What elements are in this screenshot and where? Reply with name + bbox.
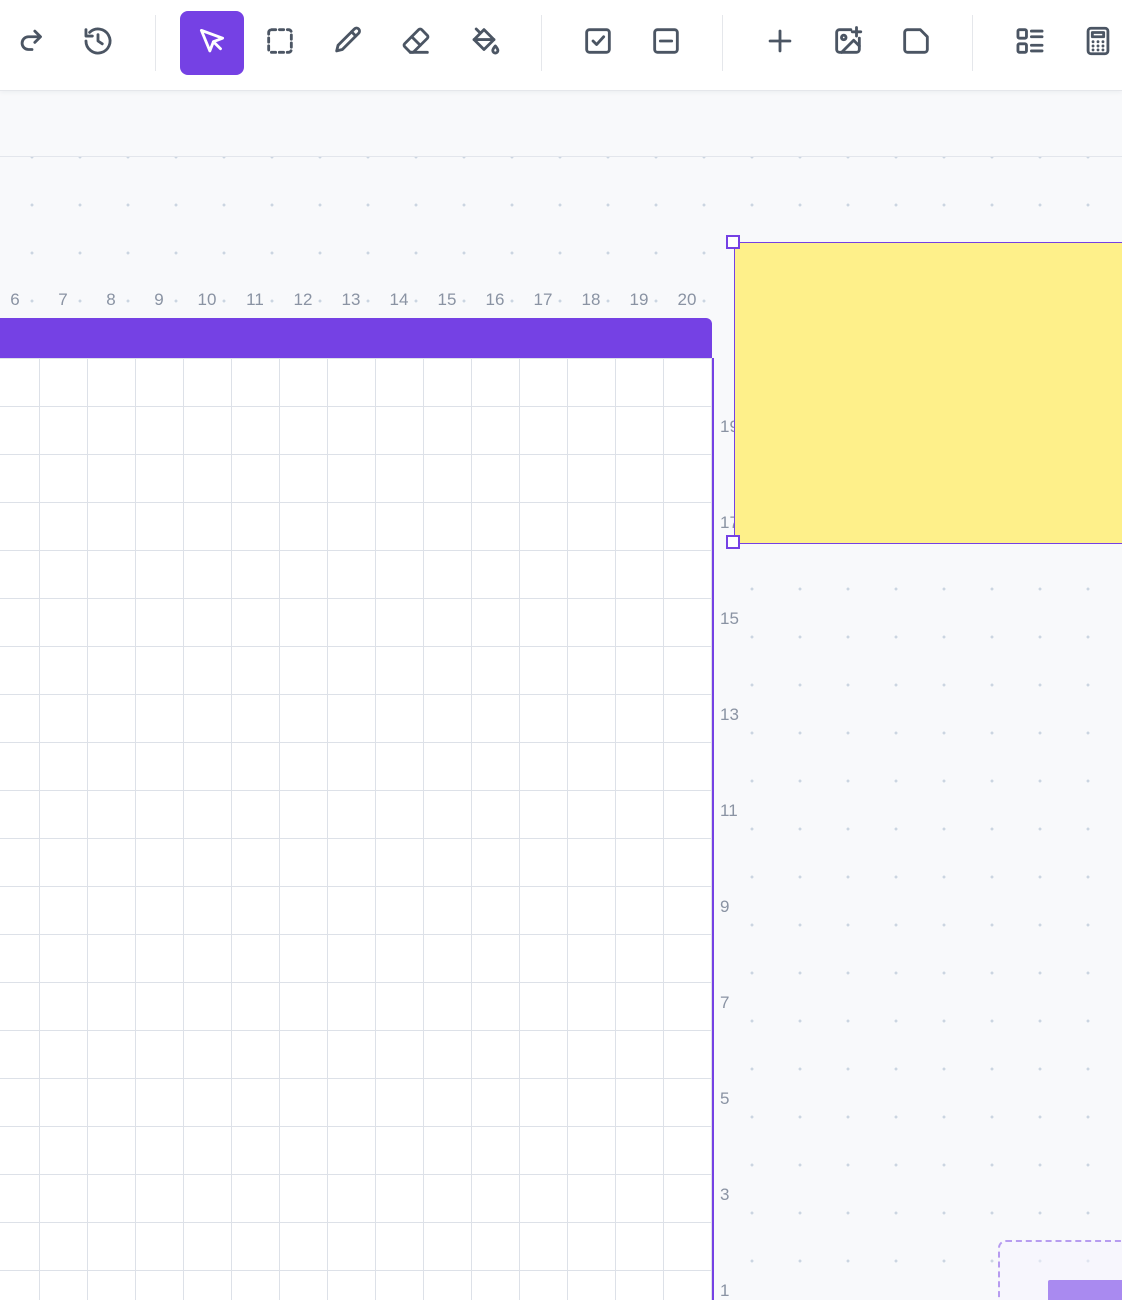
- checkbox-icon: [581, 24, 615, 63]
- x-axis-label: 14: [389, 290, 409, 309]
- image-plus-icon: [831, 24, 865, 63]
- sticky-note-button[interactable]: [884, 11, 948, 75]
- fill-tool-button[interactable]: [452, 11, 516, 75]
- toolbar-divider: [541, 15, 542, 71]
- toolbar-divider: [972, 15, 973, 71]
- redo-icon: [15, 24, 49, 63]
- marquee-select-button[interactable]: [248, 11, 312, 75]
- x-axis-label: 15: [437, 290, 457, 309]
- add-button[interactable]: [748, 11, 812, 75]
- resize-handle-bottom-left[interactable]: [726, 535, 740, 549]
- select-tool-button[interactable]: [180, 11, 244, 75]
- y-axis-label: 7: [720, 993, 730, 1012]
- sticky-note[interactable]: [734, 242, 1122, 544]
- x-axis-label: 10: [197, 290, 217, 309]
- checkbox-tool-button[interactable]: [566, 11, 630, 75]
- pencil-icon: [331, 24, 365, 63]
- y-axis-label: 1: [720, 1281, 730, 1300]
- eraser-tool-button[interactable]: [384, 11, 448, 75]
- frame-chip[interactable]: [1048, 1280, 1122, 1300]
- redo-button[interactable]: [0, 11, 64, 75]
- x-axis-label: 20: [677, 290, 697, 309]
- main-toolbar: [0, 0, 1122, 91]
- eraser-icon: [399, 24, 433, 63]
- x-axis-label: 19: [629, 290, 649, 309]
- canvas-top-band: [0, 91, 1122, 157]
- x-axis-label: 6: [10, 290, 20, 309]
- plus-icon: [763, 24, 797, 63]
- minus-box-tool-button[interactable]: [634, 11, 698, 75]
- resize-handle-top-left[interactable]: [726, 235, 740, 249]
- x-axis-label: 9: [154, 290, 164, 309]
- x-axis-label: 7: [58, 290, 68, 309]
- x-axis-label: 8: [106, 290, 116, 309]
- pencil-tool-button[interactable]: [316, 11, 380, 75]
- paint-bucket-icon: [467, 24, 501, 63]
- graph-board-grid[interactable]: [0, 358, 714, 1300]
- y-axis-label: 13: [720, 705, 739, 724]
- history-icon: [81, 24, 115, 63]
- dashed-square-icon: [263, 24, 297, 63]
- whiteboard-app: 6 7 8 9 10 11 12 13 14 15 16 17 18 19 20…: [0, 0, 1122, 1300]
- y-axis-label: 5: [720, 1089, 730, 1108]
- list-layout-button[interactable]: [998, 11, 1062, 75]
- calculator-icon: [1081, 24, 1115, 63]
- sticky-note-icon: [899, 24, 933, 63]
- pointer-icon: [195, 24, 229, 63]
- toolbar-divider: [155, 15, 156, 71]
- y-axis-label: 9: [720, 897, 730, 916]
- x-axis-label: 17: [533, 290, 553, 309]
- x-axis-label: 11: [246, 290, 264, 309]
- toolbar-divider: [722, 15, 723, 71]
- x-axis-label: 13: [341, 290, 361, 309]
- y-axis-label: 15: [720, 609, 739, 628]
- x-axis-label: 16: [485, 290, 505, 309]
- graph-board-header[interactable]: [0, 318, 712, 358]
- minus-square-icon: [649, 24, 683, 63]
- y-axis-label: 3: [720, 1185, 730, 1204]
- x-axis-label: 12: [293, 290, 313, 309]
- y-axis-label: 11: [720, 801, 738, 820]
- add-image-button[interactable]: [816, 11, 880, 75]
- calculator-button[interactable]: [1066, 11, 1122, 75]
- history-button[interactable]: [66, 11, 130, 75]
- x-axis-label: 18: [581, 290, 601, 309]
- list-layout-icon: [1013, 24, 1047, 63]
